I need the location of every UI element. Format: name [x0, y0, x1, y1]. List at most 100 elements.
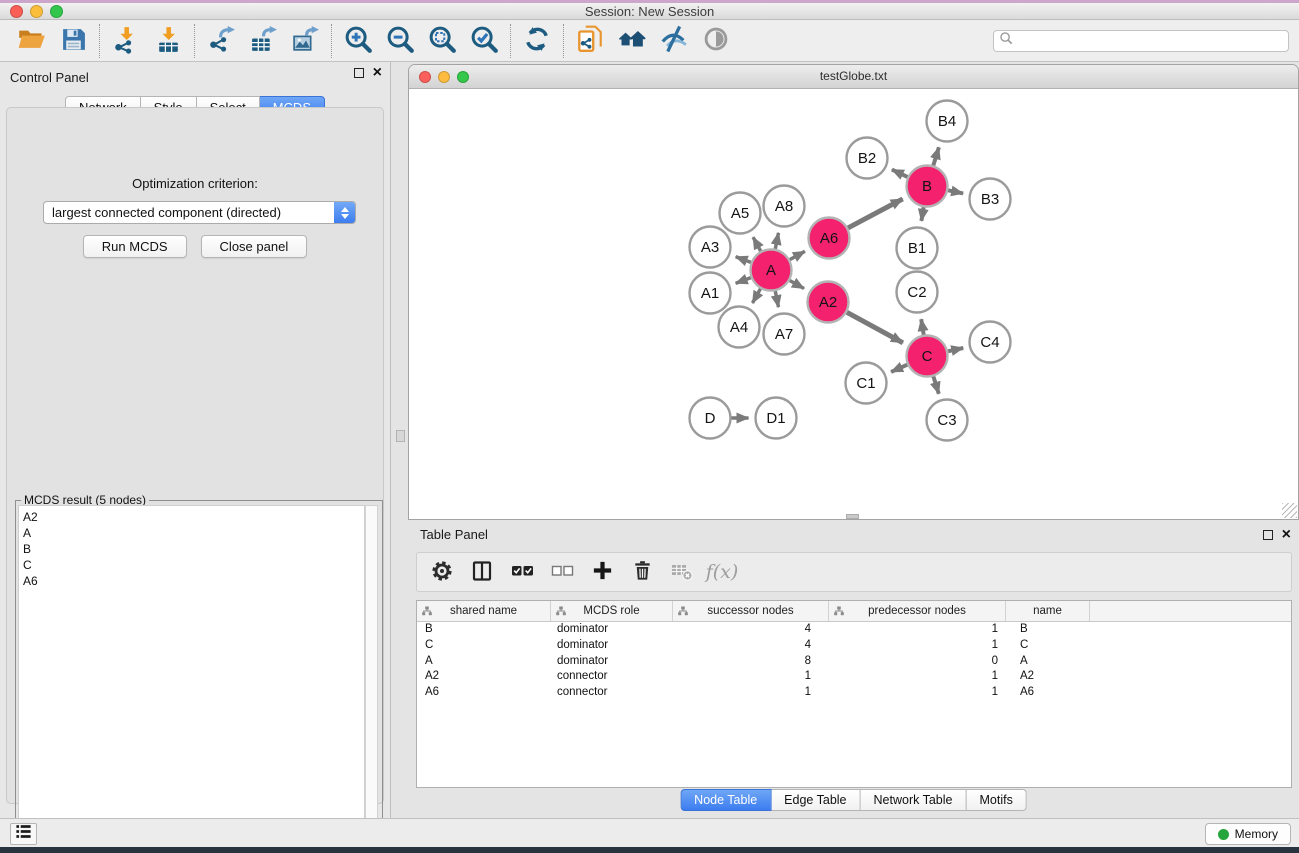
open-session-button[interactable]: [10, 22, 52, 60]
task-history-button[interactable]: [10, 823, 37, 845]
new-network-from-selection-button[interactable]: [569, 22, 611, 60]
column-header-label: successor nodes: [707, 605, 793, 617]
canvas-horizontal-scrollbar[interactable]: [846, 514, 859, 519]
mcds-result-list[interactable]: A2ABCA6: [18, 505, 365, 843]
resize-grip[interactable]: [1282, 503, 1297, 518]
table-row[interactable]: A6connector11A6: [417, 685, 1291, 701]
run-mcds-button[interactable]: Run MCDS: [83, 235, 187, 258]
network-window-titlebar[interactable]: testGlobe.txt: [409, 65, 1298, 89]
show-columns-button[interactable]: [467, 556, 497, 588]
graph-edge-B-B4[interactable]: [933, 147, 939, 165]
close-panel-button[interactable]: Close panel: [201, 235, 308, 258]
tab-edge-table[interactable]: Edge Table: [771, 789, 860, 811]
graph-edge-A-A2[interactable]: [790, 281, 804, 289]
close-panel-icon[interactable]: ×: [373, 68, 382, 78]
graph-edge-C-C1[interactable]: [891, 365, 907, 372]
graph-edge-A-A4[interactable]: [753, 289, 761, 303]
graph-edge-C-C3[interactable]: [933, 377, 938, 394]
column-header-shared-name[interactable]: shared name: [417, 601, 551, 621]
import-network-button[interactable]: [105, 22, 147, 60]
criterion-selected-value: largest connected component (directed): [44, 205, 334, 220]
search-icon: [999, 31, 1014, 51]
tab-network-table[interactable]: Network Table: [861, 789, 967, 811]
table-cell: 1: [829, 622, 1006, 638]
mcds-result-item[interactable]: B: [23, 541, 364, 557]
table-row[interactable]: A2connector11A2: [417, 669, 1291, 685]
panel-divider-handle[interactable]: [396, 430, 405, 442]
export-table-button[interactable]: [242, 22, 284, 60]
mcds-result-item[interactable]: A2: [23, 509, 364, 525]
graph-node-label: A6: [820, 230, 838, 247]
network-graph[interactable]: B4B2BB3A5A8A6A3B1AA1C2A2A4A7C4CC1DD1C3: [409, 89, 1298, 519]
delete-column-button[interactable]: [627, 556, 657, 588]
import-table-button[interactable]: [147, 22, 189, 60]
table-header-row: shared name MCDS role successor nodes prede…: [417, 601, 1291, 622]
column-header-label: MCDS role: [583, 605, 639, 617]
float-panel-icon[interactable]: [1263, 530, 1273, 540]
graph-edge-A-A6[interactable]: [790, 251, 805, 259]
table-row[interactable]: Bdominator41B: [417, 622, 1291, 638]
create-column-button[interactable]: [587, 556, 617, 588]
close-panel-icon[interactable]: ×: [1282, 530, 1291, 540]
graph-edge-A-A3[interactable]: [736, 257, 751, 263]
mcds-result-group: MCDS result (5 nodes) A2ABCA6: [15, 500, 383, 846]
column-header-successor-nodes[interactable]: successor nodes: [673, 601, 829, 621]
graph-edge-B-B2[interactable]: [892, 170, 908, 177]
table-cell: 1: [829, 669, 1006, 685]
graph-edge-A-A5[interactable]: [753, 237, 761, 251]
hide-details-button[interactable]: [653, 22, 695, 60]
result-scrollbar[interactable]: [365, 505, 378, 843]
table-cell: dominator: [551, 638, 673, 654]
zoom-out-button[interactable]: [379, 22, 421, 60]
graph-edge-A-A1[interactable]: [736, 278, 751, 284]
export-network-button[interactable]: [200, 22, 242, 60]
tab-node-table[interactable]: Node Table: [680, 789, 771, 811]
select-all-columns-button[interactable]: [507, 556, 537, 588]
graph-edge-A6-B[interactable]: [848, 199, 903, 228]
graph-edge-C-C2[interactable]: [921, 319, 924, 335]
column-header-predecessor-nodes[interactable]: predecessor nodes: [829, 601, 1006, 621]
column-type-icon: [422, 606, 432, 619]
graph-edge-B-B3[interactable]: [948, 190, 963, 193]
graph-edge-B-B1[interactable]: [921, 207, 923, 221]
table-cell: C: [1006, 638, 1090, 654]
search-input[interactable]: [1014, 32, 1288, 50]
save-session-button[interactable]: [52, 22, 94, 60]
memory-button[interactable]: Memory: [1205, 823, 1291, 845]
mcds-result-item[interactable]: A6: [23, 573, 364, 589]
refresh-layout-button[interactable]: [516, 22, 558, 60]
refresh-icon: [523, 25, 551, 56]
graph-edge-C-C4[interactable]: [948, 348, 963, 351]
column-header-name[interactable]: name: [1006, 601, 1090, 621]
export-image-button[interactable]: [284, 22, 326, 60]
table-settings-button[interactable]: [427, 556, 457, 588]
graph-edge-A-A7[interactable]: [775, 291, 778, 307]
table-cell: A: [417, 654, 551, 670]
home-button[interactable]: [611, 22, 653, 60]
graph-edge-A2-C[interactable]: [847, 312, 903, 343]
zoom-in-icon: [343, 24, 373, 57]
tab-motifs[interactable]: Motifs: [966, 789, 1026, 811]
graph-node-label: D: [705, 410, 716, 427]
mcds-result-item[interactable]: C: [23, 557, 364, 573]
desktop-background-bottom: [0, 847, 1299, 853]
show-details-button[interactable]: [695, 22, 737, 60]
eye-icon: [702, 25, 730, 56]
table-cell: 1: [829, 638, 1006, 654]
criterion-select[interactable]: largest connected component (directed): [43, 201, 356, 224]
deselect-all-columns-button[interactable]: [547, 556, 577, 588]
zoom-selected-button[interactable]: [463, 22, 505, 60]
mcds-result-item[interactable]: A: [23, 525, 364, 541]
eye-slash-icon: [659, 24, 689, 57]
float-panel-icon[interactable]: [354, 68, 364, 78]
graph-node-label: A8: [775, 198, 793, 215]
zoom-fit-button[interactable]: [421, 22, 463, 60]
table-cell: 4: [673, 638, 829, 654]
network-canvas[interactable]: B4B2BB3A5A8A6A3B1AA1C2A2A4A7C4CC1DD1C3: [409, 89, 1298, 519]
graph-edge-A-A8[interactable]: [775, 233, 778, 249]
table-row[interactable]: Adominator80A: [417, 654, 1291, 670]
export-table-icon: [249, 25, 278, 57]
column-header-MCDS-role[interactable]: MCDS role: [551, 601, 673, 621]
zoom-in-button[interactable]: [337, 22, 379, 60]
table-row[interactable]: Cdominator41C: [417, 638, 1291, 654]
